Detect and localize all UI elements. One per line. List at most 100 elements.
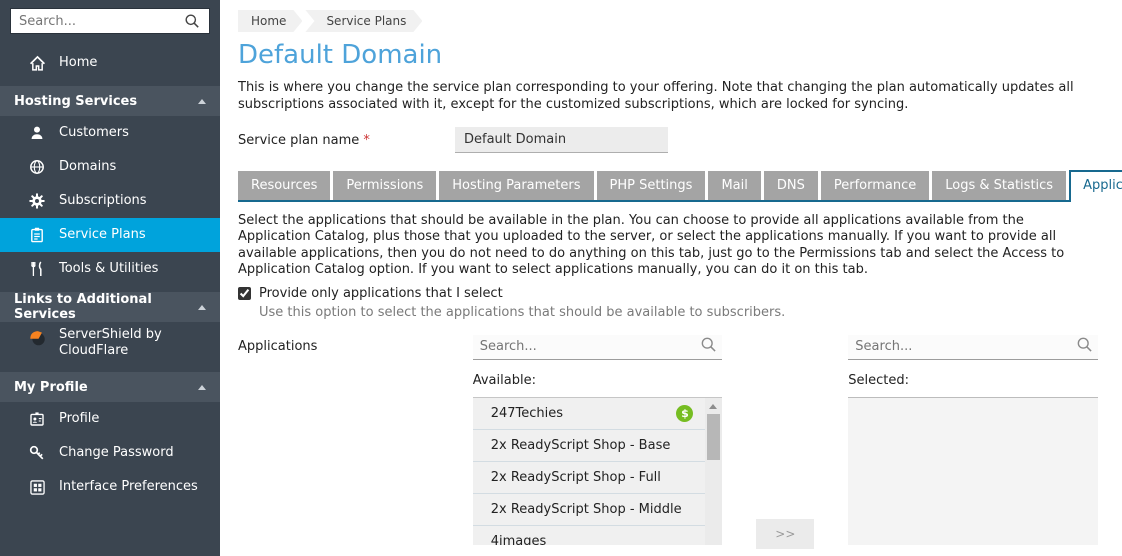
list-item[interactable]: 247Techies $ — [473, 398, 706, 430]
paid-app-icon: $ — [676, 405, 693, 422]
collapse-caret-icon — [198, 385, 206, 390]
sidebar-section-hosting-services[interactable]: Hosting Services — [0, 86, 220, 116]
sidebar-item-subscriptions[interactable]: Subscriptions — [0, 184, 220, 218]
available-list-scrollbar[interactable] — [705, 398, 722, 545]
app-name: 2x ReadyScript Shop - Base — [491, 438, 671, 453]
available-list-label: Available: — [473, 373, 723, 388]
selected-search-input[interactable] — [855, 339, 1076, 354]
service-plan-name-input[interactable] — [455, 127, 668, 153]
sidebar-item-domains[interactable]: Domains — [0, 150, 220, 184]
list-item[interactable]: 4images — [473, 526, 706, 545]
tab-resources[interactable]: Resources — [238, 171, 330, 200]
sidebar-section-my-profile[interactable]: My Profile — [0, 372, 220, 402]
tab-applications[interactable]: Applications — [1069, 170, 1122, 202]
breadcrumb-service-plans[interactable]: Service Plans — [305, 10, 422, 32]
sidebar-item-label: ServerShield by CloudFlare — [59, 327, 189, 359]
field-label-text: Service plan name — [238, 133, 359, 148]
sidebar-item-home[interactable]: Home — [0, 46, 220, 80]
sidebar-item-service-plans[interactable]: Service Plans — [0, 218, 220, 252]
tab-dns[interactable]: DNS — [764, 171, 818, 200]
breadcrumb-home[interactable]: Home — [238, 10, 302, 32]
move-right-button[interactable]: >> — [756, 519, 814, 549]
provide-only-apps-checkbox[interactable] — [238, 287, 251, 300]
tab-php-settings[interactable]: PHP Settings — [597, 171, 706, 200]
tab-performance[interactable]: Performance — [821, 171, 929, 200]
selected-list-label: Selected: — [848, 373, 1098, 388]
collapse-caret-icon — [198, 305, 206, 310]
list-item[interactable]: 2x ReadyScript Shop - Full — [473, 462, 706, 494]
provide-only-apps-hint: Use this option to select the applicatio… — [259, 305, 1098, 320]
sidebar-item-label: Profile — [59, 411, 99, 427]
home-icon — [28, 55, 46, 72]
search-icon[interactable] — [1076, 336, 1093, 357]
sidebar-item-label: Subscriptions — [59, 193, 147, 209]
available-listbox: 247Techies $ 2x ReadyScript Shop - Base … — [473, 397, 723, 545]
applications-tab-description: Select the applications that should be a… — [238, 213, 1098, 279]
sidebar-item-change-password[interactable]: Change Password — [0, 436, 220, 470]
tab-hosting-parameters[interactable]: Hosting Parameters — [439, 171, 593, 200]
grid-icon — [28, 480, 46, 495]
app-name: 2x ReadyScript Shop - Middle — [491, 502, 682, 517]
sidebar-search-input[interactable] — [19, 14, 183, 29]
sidebar-section-additional-services[interactable]: Links to Additional Services — [0, 292, 220, 322]
available-search[interactable] — [473, 335, 723, 360]
available-column: Available: 247Techies $ 2x ReadyScript S… — [473, 335, 723, 545]
selected-search[interactable] — [848, 335, 1098, 360]
applications-field-label: Applications — [238, 335, 473, 354]
app-name: 4images — [491, 534, 547, 545]
main-content: Home Service Plans Default Domain This i… — [220, 0, 1122, 556]
service-plan-name-row: Service plan name * — [238, 127, 1098, 153]
badge-icon — [28, 411, 46, 427]
selected-listbox[interactable] — [848, 397, 1098, 545]
sidebar-section-label: Hosting Services — [14, 94, 137, 109]
sidebar-section-label: My Profile — [14, 380, 88, 395]
page-intro-text: This is where you change the service pla… — [238, 79, 1098, 113]
available-search-input[interactable] — [480, 339, 701, 354]
list-item[interactable]: 2x ReadyScript Shop - Base — [473, 430, 706, 462]
tab-permissions[interactable]: Permissions — [333, 171, 436, 200]
available-list: 247Techies $ 2x ReadyScript Shop - Base … — [473, 398, 706, 545]
scroll-up-icon[interactable] — [709, 404, 717, 409]
search-icon[interactable] — [700, 336, 717, 357]
sidebar-item-label: Domains — [59, 159, 116, 175]
sidebar-item-interface-preferences[interactable]: Interface Preferences — [0, 470, 220, 504]
sidebar-item-label: Home — [59, 55, 97, 71]
gear-icon — [28, 193, 46, 209]
key-icon — [28, 445, 46, 461]
sidebar-item-label: Tools & Utilities — [59, 261, 158, 277]
required-marker: * — [363, 133, 370, 148]
tab-mail[interactable]: Mail — [708, 171, 760, 200]
person-icon — [28, 125, 46, 141]
sidebar-item-customers[interactable]: Customers — [0, 116, 220, 150]
sidebar-item-tools-utilities[interactable]: Tools & Utilities — [0, 252, 220, 286]
sidebar: Home Hosting Services Customers Domains … — [0, 0, 220, 556]
app-name: 2x ReadyScript Shop - Full — [491, 470, 661, 485]
list-item[interactable]: 2x ReadyScript Shop - Middle — [473, 494, 706, 526]
app-name: 247Techies — [491, 406, 563, 421]
fork-knife-icon — [28, 261, 46, 277]
sidebar-section-label: Links to Additional Services — [14, 292, 198, 322]
search-icon[interactable] — [183, 13, 201, 29]
applications-picker: Applications Available: 247Techies $ 2x … — [238, 335, 1098, 549]
sidebar-item-label: Customers — [59, 125, 129, 141]
sidebar-item-profile[interactable]: Profile — [0, 402, 220, 436]
sidebar-search[interactable] — [10, 8, 210, 34]
service-plan-name-label: Service plan name * — [238, 133, 455, 148]
sidebar-item-label: Change Password — [59, 445, 174, 461]
tab-bar: Resources Permissions Hosting Parameters… — [238, 170, 1098, 202]
selected-column: Selected: — [848, 335, 1098, 545]
breadcrumb: Home Service Plans — [238, 10, 1098, 32]
provide-only-apps-row: Provide only applications that I select — [238, 286, 1098, 301]
cloudflare-icon — [28, 329, 46, 346]
move-buttons-column: >> — [722, 335, 848, 549]
provide-only-apps-label[interactable]: Provide only applications that I select — [259, 286, 503, 301]
sidebar-item-servershield[interactable]: ServerShield by CloudFlare — [0, 322, 220, 366]
collapse-caret-icon — [198, 99, 206, 104]
tab-logs-statistics[interactable]: Logs & Statistics — [932, 171, 1066, 200]
scrollbar-thumb[interactable] — [707, 414, 720, 460]
clipboard-icon — [28, 227, 46, 243]
sidebar-item-label: Interface Preferences — [59, 479, 198, 495]
page-title: Default Domain — [238, 39, 1098, 71]
globe-icon — [28, 159, 46, 175]
sidebar-item-label: Service Plans — [59, 227, 146, 243]
